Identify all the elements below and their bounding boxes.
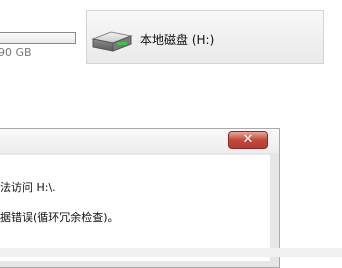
bottom-strip <box>0 248 342 257</box>
left-drive-tile[interactable]: 90 GB <box>0 0 80 70</box>
drive-tile-h[interactable]: 本地磁盘 (H:) <box>86 10 324 64</box>
capacity-text: 90 GB <box>0 46 32 59</box>
error-message-line-1: 法访问 H:\. <box>0 181 56 194</box>
hard-drive-icon <box>91 31 133 52</box>
close-button[interactable]: ✕ <box>228 131 268 149</box>
error-message-line-2: 据错误(循环冗余检查)。 <box>0 211 119 224</box>
dialog-title-bar: ✕ <box>0 129 279 153</box>
explorer-drives-area: 90 GB 本地磁盘 (H:) <box>0 0 342 128</box>
drive-label: 本地磁盘 (H:) <box>140 33 215 47</box>
dialog-content: 法访问 H:\. 据错误(循环冗余检查)。 <box>0 155 270 261</box>
error-dialog: ✕ 法访问 H:\. 据错误(循环冗余检查)。 <box>0 128 280 268</box>
capacity-bar <box>0 32 76 44</box>
